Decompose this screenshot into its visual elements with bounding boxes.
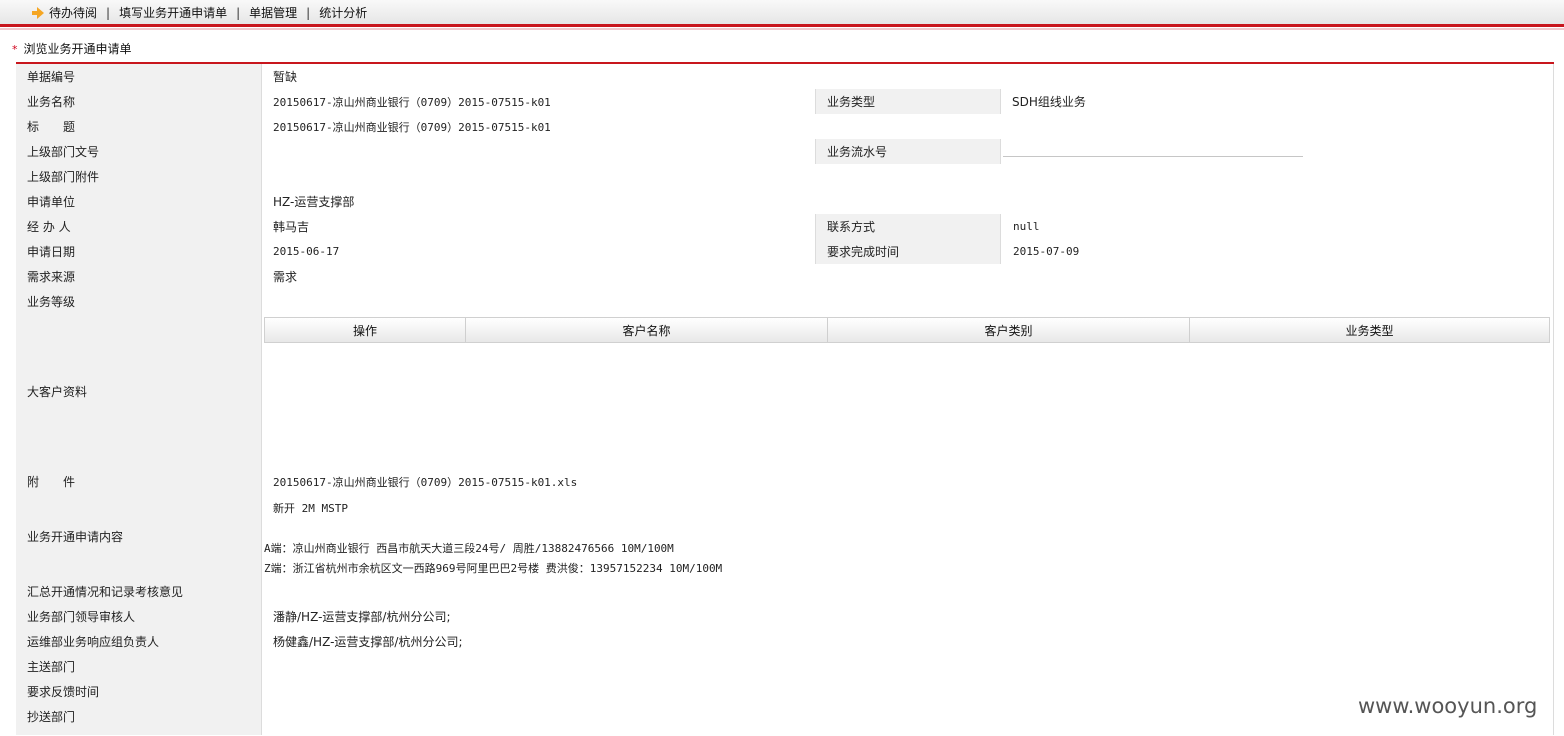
top-nav-bar: 待办待阅 | 填写业务开通申请单 | 单据管理 | 统计分析: [0, 0, 1564, 25]
form-row: 业务部门领导审核人 潘静/HZ-运营支撑部/杭州分公司;: [16, 604, 1554, 630]
label-customer: 大客户资料: [16, 314, 262, 469]
form-row: 经 办 人 韩马吉 联系方式 null: [16, 214, 1554, 240]
nav-separator: |: [106, 5, 111, 20]
label-attachment: 附 件: [16, 469, 262, 494]
value-demand-source: 需求: [262, 264, 1554, 289]
value-biz-name: 20150617-凉山州商业银行（0709）2015-07515-k01: [262, 89, 816, 114]
col-header-customer-name[interactable]: 客户名称: [466, 318, 828, 342]
form-row: 需求来源 需求: [16, 264, 1554, 290]
label-handler: 经 办 人: [16, 214, 262, 239]
label-due-date: 要求完成时间: [816, 239, 1001, 264]
label-summary: 汇总开通情况和记录考核意见: [16, 579, 262, 604]
nav-separator: |: [236, 5, 241, 20]
form-row: [16, 729, 1554, 735]
nav-separator: |: [306, 5, 311, 20]
form-row: 业务等级: [16, 289, 1554, 315]
serial-no-input[interactable]: [1003, 147, 1303, 157]
form-row: 运维部业务响应组负责人 杨健鑫/HZ-运营支撑部/杭州分公司;: [16, 629, 1554, 655]
form-row: 附 件 20150617-凉山州商业银行（0709）2015-07515-k01…: [16, 469, 1554, 495]
label-title: 标 题: [16, 114, 262, 139]
col-header-biz-type[interactable]: 业务类型: [1190, 318, 1549, 342]
nav-item-statistics[interactable]: 统计分析: [319, 4, 367, 21]
value-due-date: 2015-07-09: [1001, 239, 1554, 264]
value-doc-no: 暂缺: [262, 64, 1554, 89]
value-reviewer: 潘静/HZ-运营支撑部/杭州分公司;: [262, 604, 1554, 629]
form-row: 申请单位 HZ-运营支撑部: [16, 189, 1554, 215]
header-divider: [0, 24, 1564, 27]
form-row: 单据编号 暂缺: [16, 64, 1554, 90]
content-text: 新开 2M MSTP A端：凉山州商业银行 西昌市航天大道三段24号/ 周胜/1…: [262, 494, 1553, 579]
value-upper-doc-no: [262, 139, 816, 164]
label-biz-name: 业务名称: [16, 89, 262, 114]
label-reviewer: 业务部门领导审核人: [16, 604, 262, 629]
form-row: 汇总开通情况和记录考核意见: [16, 579, 1554, 605]
form-row: 上级部门附件: [16, 164, 1554, 190]
form-row: 主送部门: [16, 654, 1554, 680]
form-row: 申请日期 2015-06-17 要求完成时间 2015-07-09: [16, 239, 1554, 265]
form-row: 大客户资料 操作 客户名称 客户类别 业务类型: [16, 314, 1554, 470]
form-row: 标 题 20150617-凉山州商业银行（0709）2015-07515-k01: [16, 114, 1554, 140]
watermark: www.wooyun.org: [1358, 694, 1538, 718]
header-divider-light: [0, 28, 1564, 30]
value-summary: [262, 579, 1554, 604]
value-title: 20150617-凉山州商业银行（0709）2015-07515-k01: [262, 114, 1554, 139]
label-biz-type: 业务类型: [816, 89, 1001, 114]
col-header-customer-category[interactable]: 客户类别: [828, 318, 1190, 342]
value-handler: 韩马吉: [262, 214, 816, 239]
value-biz-level: [262, 289, 1554, 314]
cell-attachment: 20150617-凉山州商业银行（0709）2015-07515-k01.xls: [262, 469, 1554, 494]
section-title: * 浏览业务开通申请单: [12, 40, 132, 57]
label-contact: 联系方式: [816, 214, 1001, 239]
content-line-3: Z端：浙江省杭州市余杭区文一西路969号阿里巴巴2号楼 费洪俊：13957152…: [264, 562, 723, 575]
attachment-link[interactable]: 20150617-凉山州商业银行（0709）2015-07515-k01.xls: [273, 474, 577, 490]
cell-content: 新开 2M MSTP A端：凉山州商业银行 西昌市航天大道三段24号/ 周胜/1…: [262, 494, 1554, 579]
content-line-1: 新开 2M MSTP: [273, 502, 348, 515]
value-applicant-unit: HZ-运营支撑部: [262, 189, 1554, 214]
required-star-icon: *: [12, 43, 18, 56]
value-ops-owner: 杨健鑫/HZ-运营支撑部/杭州分公司;: [262, 629, 1554, 654]
value-biz-type: SDH组线业务: [1001, 89, 1554, 114]
label-upper-attach: 上级部门附件: [16, 164, 262, 189]
arrow-right-icon: [32, 6, 44, 19]
serial-no-cell: [1001, 139, 1554, 164]
value-upper-attach: [262, 164, 1554, 189]
label-applicant-unit: 申请单位: [16, 189, 262, 214]
nav-item-doc-manage[interactable]: 单据管理: [249, 4, 297, 21]
label-doc-no: 单据编号: [16, 64, 262, 89]
value-main-dept: [262, 654, 1554, 679]
value-cell: [262, 729, 1554, 735]
label-upper-doc-no: 上级部门文号: [16, 139, 262, 164]
label-main-dept: 主送部门: [16, 654, 262, 679]
nav-item-todo[interactable]: 待办待阅: [49, 4, 97, 21]
customer-table-header: 操作 客户名称 客户类别 业务类型: [264, 317, 1550, 343]
label-cc-dept: 抄送部门: [16, 704, 262, 729]
col-header-action[interactable]: 操作: [265, 318, 466, 342]
label-feedback-time: 要求反馈时间: [16, 679, 262, 704]
form-row: 要求反馈时间: [16, 679, 1554, 705]
label-biz-level: 业务等级: [16, 289, 262, 314]
form-row: 业务名称 20150617-凉山州商业银行（0709）2015-07515-k0…: [16, 89, 1554, 115]
value-contact: null: [1001, 214, 1554, 239]
nav-item-fill-form[interactable]: 填写业务开通申请单: [119, 4, 227, 21]
section-title-text: 浏览业务开通申请单: [23, 42, 132, 56]
nav-menu: 待办待阅 | 填写业务开通申请单 | 单据管理 | 统计分析: [32, 4, 367, 21]
form-row: 抄送部门: [16, 704, 1554, 730]
label-serial-no: 业务流水号: [816, 139, 1001, 164]
label-demand-source: 需求来源: [16, 264, 262, 289]
value-apply-date: 2015-06-17: [262, 239, 816, 264]
label-cell: [16, 729, 262, 735]
label-ops-owner: 运维部业务响应组负责人: [16, 629, 262, 654]
label-content: 业务开通申请内容: [16, 494, 262, 579]
form-row: 业务开通申请内容 新开 2M MSTP A端：凉山州商业银行 西昌市航天大道三段…: [16, 494, 1554, 580]
form-row: 上级部门文号 业务流水号: [16, 139, 1554, 165]
label-apply-date: 申请日期: [16, 239, 262, 264]
content-line-2: A端：凉山州商业银行 西昌市航天大道三段24号/ 周胜/13882476566 …: [264, 542, 674, 555]
